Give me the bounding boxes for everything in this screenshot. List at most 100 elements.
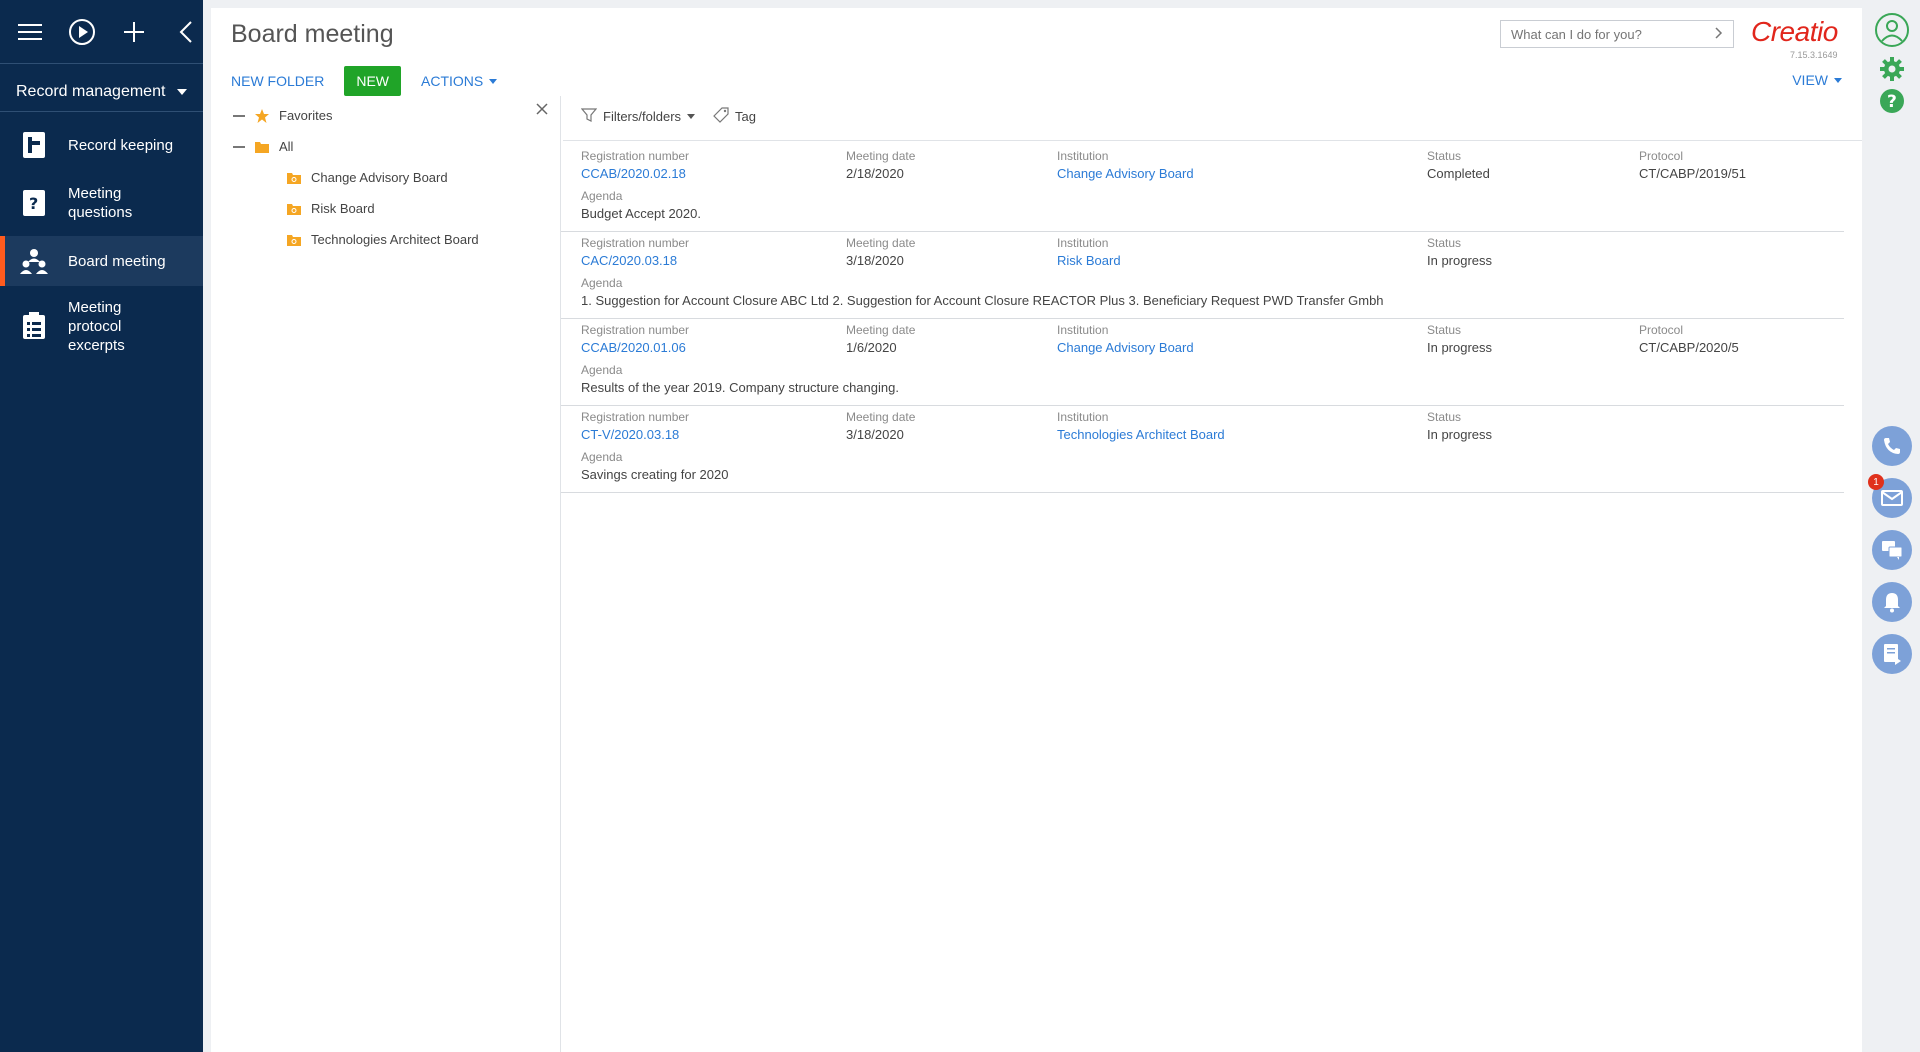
agenda-value: Savings creating for 2020	[581, 467, 729, 482]
collapse-dash-icon[interactable]	[233, 114, 245, 117]
meeting-date-value: 3/18/2020	[846, 253, 904, 268]
folder-icon	[255, 141, 269, 153]
actions-label: ACTIONS	[421, 73, 484, 89]
field-label: Meeting date	[846, 323, 916, 337]
field-label: Registration number	[581, 410, 690, 424]
registration-number-link[interactable]: CT-V/2020.03.18	[581, 427, 689, 442]
add-icon[interactable]	[118, 16, 150, 48]
filters-folders-button[interactable]: Filters/folders	[580, 107, 696, 125]
command-search[interactable]	[1500, 20, 1734, 48]
play-icon[interactable]	[66, 16, 98, 48]
field-label: Status	[1427, 149, 1462, 163]
folder-risk-board[interactable]: Risk Board	[211, 193, 560, 224]
field-label: Registration number	[581, 236, 690, 250]
registration-number-field: Registration number CT-V/2020.03.18	[581, 410, 689, 442]
institution-field: Institution Change Advisory Board	[1057, 323, 1194, 355]
registration-number-link[interactable]: CCAB/2020.02.18	[581, 166, 689, 181]
field-label: Institution	[1057, 323, 1109, 337]
field-label: Registration number	[581, 149, 690, 163]
institution-field: Institution Change Advisory Board	[1057, 149, 1194, 181]
tag-button[interactable]: Tag	[713, 106, 756, 126]
new-folder-button[interactable]: NEW FOLDER	[231, 73, 324, 89]
feed-icon[interactable]	[1872, 530, 1912, 570]
sidebar-item-record-keeping[interactable]: Record keeping	[0, 120, 203, 170]
status-field: Status In progress	[1427, 410, 1492, 442]
record-row[interactable]: Registration number CAC/2020.03.18 Meeti…	[561, 232, 1844, 319]
chevron-right-icon[interactable]	[1715, 26, 1723, 42]
field-label: Status	[1427, 323, 1462, 337]
divider	[563, 140, 1862, 141]
board-meeting-icon	[20, 247, 48, 275]
chevron-down-icon	[177, 88, 188, 95]
sidebar-item-label: Record keeping	[68, 136, 174, 154]
field-label: Meeting date	[846, 149, 916, 163]
field-label: Protocol	[1639, 323, 1684, 337]
chevron-down-icon	[687, 113, 696, 119]
collapse-icon[interactable]	[170, 16, 202, 48]
main-panel: Board meeting NEW FOLDER NEW ACTIONS Cre…	[211, 8, 1862, 1052]
svg-text:?: ?	[29, 194, 38, 213]
grid-toolbar: Filters/folders Tag	[563, 96, 756, 136]
search-folder-icon	[287, 172, 301, 184]
protocol-field: Protocol CT/CABP/2020/5	[1639, 323, 1739, 355]
institution-link[interactable]: Change Advisory Board	[1057, 166, 1194, 181]
communication-panel: ? 1	[1862, 0, 1920, 1052]
search-folder-icon	[287, 234, 301, 246]
email-icon[interactable]: 1	[1868, 474, 1912, 518]
star-icon	[255, 108, 269, 123]
view-button[interactable]: VIEW	[1792, 72, 1842, 88]
protocol-excerpts-icon	[20, 312, 48, 340]
protocol-value: CT/CABP/2020/5	[1639, 340, 1739, 355]
record-row[interactable]: Registration number CCAB/2020.02.18 Meet…	[561, 145, 1844, 232]
folder-all[interactable]: All	[211, 131, 560, 162]
sidebar-item-board-meeting[interactable]: Board meeting	[0, 236, 203, 286]
registration-number-link[interactable]: CAC/2020.03.18	[581, 253, 689, 268]
agenda-field: Agenda Savings creating for 2020	[581, 450, 728, 482]
folder-label: Risk Board	[311, 201, 375, 216]
folder-change-advisory-board[interactable]: Change Advisory Board	[211, 162, 560, 193]
page-title: Board meeting	[231, 20, 394, 48]
status-field: Status In progress	[1427, 236, 1492, 268]
record-row[interactable]: Registration number CT-V/2020.03.18 Meet…	[561, 406, 1844, 493]
document-icon[interactable]	[1872, 634, 1912, 674]
tag-label: Tag	[735, 108, 756, 124]
view-label: VIEW	[1792, 72, 1828, 88]
gear-icon[interactable]	[1879, 56, 1905, 87]
user-profile-icon[interactable]	[1874, 12, 1910, 53]
logo-text: Creatio	[1751, 16, 1838, 47]
svg-text:?: ?	[1887, 92, 1897, 112]
registration-number-field: Registration number CCAB/2020.01.06	[581, 323, 689, 355]
actions-button[interactable]: ACTIONS	[421, 73, 498, 89]
phone-icon[interactable]	[1872, 426, 1912, 466]
folder-technologies-architect-board[interactable]: Technologies Architect Board	[211, 224, 560, 255]
institution-link[interactable]: Risk Board	[1057, 253, 1121, 268]
brand-logo: Creatio	[1751, 16, 1838, 48]
agenda-field: Agenda 1. Suggestion for Account Closure…	[581, 276, 1384, 308]
meeting-questions-icon: ?	[20, 189, 48, 217]
bell-icon[interactable]	[1872, 582, 1912, 622]
registration-number-link[interactable]: CCAB/2020.01.06	[581, 340, 689, 355]
menu-icon[interactable]	[14, 16, 46, 48]
sidebar-item-protocol-excerpts[interactable]: Meeting protocol excerpts	[0, 286, 203, 366]
folder-tree: Favorites All Change Advisory Board Risk…	[211, 96, 561, 1052]
folder-favorites[interactable]: Favorites	[211, 100, 560, 131]
search-input[interactable]	[1511, 26, 1715, 42]
workplace-selector[interactable]: Record management	[0, 72, 203, 112]
help-icon[interactable]: ?	[1879, 88, 1905, 119]
status-value: Completed	[1427, 166, 1490, 181]
meeting-date-value: 3/18/2020	[846, 427, 904, 442]
institution-link[interactable]: Technologies Architect Board	[1057, 427, 1225, 442]
record-row[interactable]: Registration number CCAB/2020.01.06 Meet…	[561, 319, 1844, 406]
field-label: Status	[1427, 236, 1462, 250]
close-icon[interactable]	[536, 102, 548, 120]
meeting-date-field: Meeting date 3/18/2020	[846, 236, 915, 268]
field-label: Agenda	[581, 276, 623, 290]
collapse-dash-icon[interactable]	[233, 145, 245, 148]
field-label: Agenda	[581, 363, 623, 377]
institution-link[interactable]: Change Advisory Board	[1057, 340, 1194, 355]
new-button[interactable]: NEW	[344, 66, 402, 96]
record-keeping-icon	[20, 131, 48, 159]
sidebar-item-meeting-questions[interactable]: ? Meeting questions	[0, 170, 203, 236]
left-sidebar: Record management Record keeping ? Meeti…	[0, 0, 203, 1052]
workplace-label: Record management	[16, 82, 166, 100]
